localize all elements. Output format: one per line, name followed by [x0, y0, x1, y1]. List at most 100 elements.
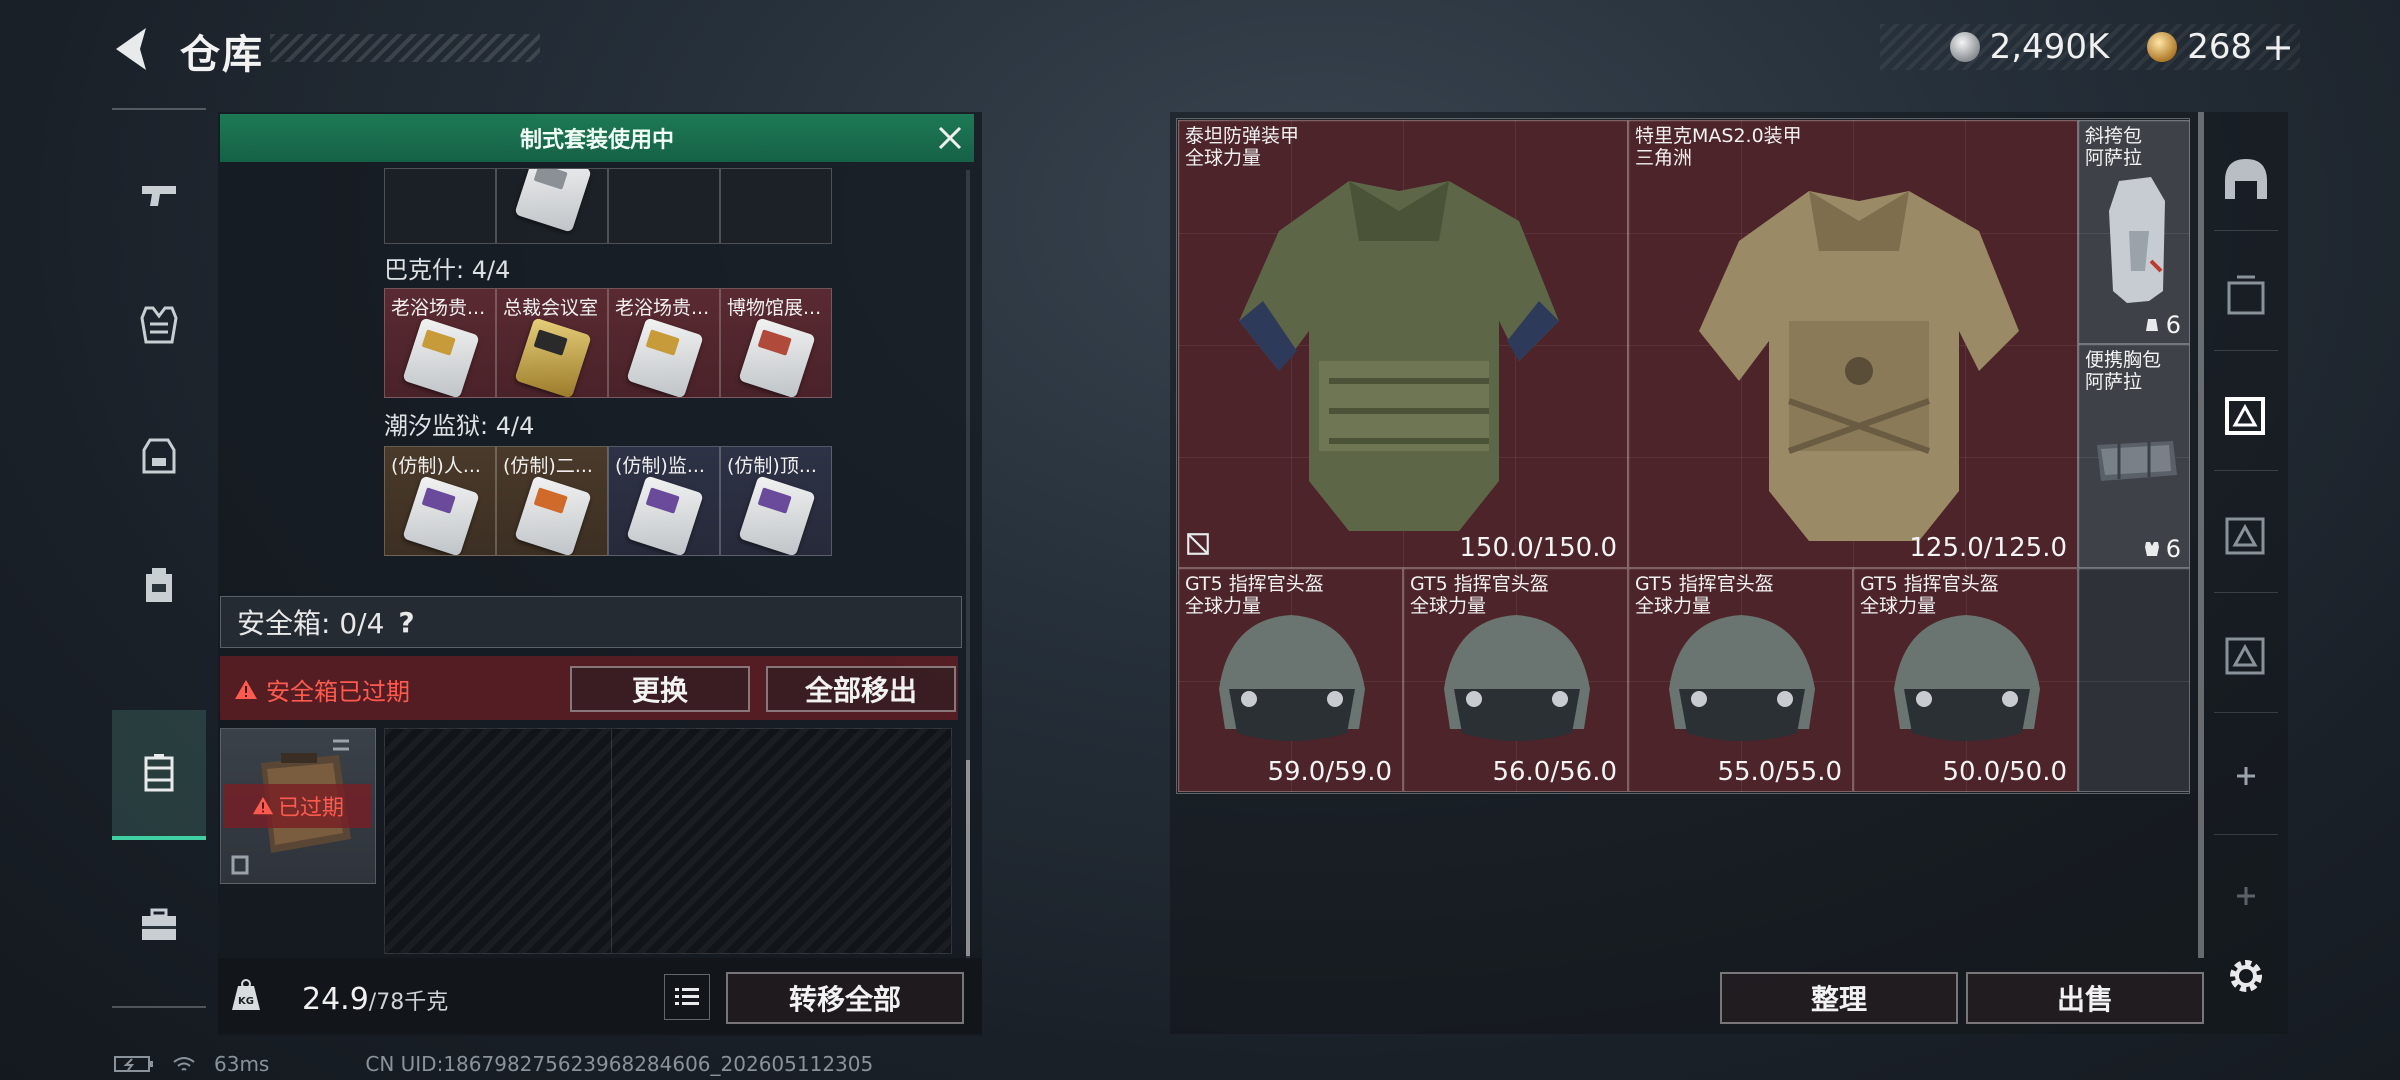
status-bar: 63ms CN UID:1867982756239682846​06_20260…	[114, 1052, 873, 1076]
safebox-icon	[144, 754, 174, 792]
sort-button[interactable]: 整理	[1720, 972, 1958, 1024]
armor-camo-image	[1699, 191, 2019, 541]
add-stash-tab-button[interactable]	[2212, 742, 2280, 810]
key-name: (仿制)顶...	[727, 455, 817, 477]
wifi-icon	[173, 1057, 195, 1071]
weight-current: 24.9	[302, 982, 369, 1017]
nav-safebox[interactable]	[112, 710, 206, 840]
item-durability: 56.0/56.0	[1492, 757, 1617, 787]
nav-armor[interactable]	[112, 260, 206, 390]
nav-backpack[interactable]	[112, 520, 206, 650]
key-slot[interactable]	[384, 168, 496, 244]
stash-tab-4[interactable]	[2212, 622, 2280, 690]
key-name: (仿制)监...	[615, 455, 705, 477]
add-icon	[2237, 767, 2255, 785]
add-currency-button[interactable]: +	[2262, 25, 2294, 69]
item-durability: 50.0/50.0	[1942, 757, 2067, 787]
list-view-button[interactable]	[664, 974, 710, 1020]
item-durability: 59.0/59.0	[1267, 757, 1392, 787]
ping-readout: 63ms	[214, 1052, 270, 1076]
back-button[interactable]	[108, 22, 158, 76]
warning-icon	[235, 679, 257, 699]
replace-button[interactable]: 更换	[570, 666, 750, 712]
key-set-row: (仿制)人... (仿制)二... (仿制)监... (仿制)顶...	[384, 446, 832, 556]
item-count: 6	[2165, 311, 2181, 339]
backpack-icon	[146, 568, 172, 602]
add-stash-tab-button[interactable]	[2212, 862, 2280, 930]
close-icon[interactable]	[936, 124, 964, 152]
stash-item-armor[interactable]: 泰坦防弹装甲 全球力量 150.0/150.0	[1178, 120, 1628, 568]
key-item[interactable]: 老浴场贵...	[384, 288, 496, 398]
kit-banner: 制式套装使用中	[220, 114, 974, 162]
stash-item-helmet[interactable]: GT5 指挥官头盔 全球力量 56.0/56.0	[1403, 568, 1628, 792]
item-expired-tag: 已过期	[224, 784, 372, 828]
stash-tab-icon	[2225, 517, 2265, 555]
item-count: 6	[2165, 535, 2181, 563]
expired-notice-text: 安全箱已过期	[266, 678, 410, 706]
warning-icon	[252, 796, 274, 815]
battery-icon	[114, 1056, 153, 1072]
no-repair-icon	[1187, 533, 1209, 555]
stash-tab-active-icon	[2225, 397, 2265, 435]
vest-capacity-icon	[2144, 542, 2159, 556]
key-item[interactable]: 总裁会议室	[496, 288, 608, 398]
settings-button[interactable]	[2212, 942, 2280, 1010]
kit-banner-text: 制式套装使用中	[519, 128, 674, 153]
stash-item-chest-bag[interactable]: 便携胸包 阿萨拉 6	[2078, 344, 2190, 568]
nav-weapons[interactable]	[112, 130, 206, 260]
stash-item-armor[interactable]: 特里克MAS2.0装甲 三角洲 125.0/125.0	[1628, 120, 2078, 568]
stash-tab-icon	[2225, 637, 2265, 675]
stash-item-helmet[interactable]: GT5 指挥官头盔 全球力量 50.0/50.0	[1853, 568, 2078, 792]
key-item[interactable]: (仿制)二...	[496, 446, 608, 556]
key-item[interactable]: 博物馆展...	[720, 288, 832, 398]
list-icon	[675, 988, 699, 1005]
key-set-row: 老浴场贵... 总裁会议室 老浴场贵... 博物馆展...	[384, 288, 832, 398]
stash-tab-icon	[2227, 275, 2265, 315]
stash-empty-slot[interactable]	[2078, 568, 2190, 792]
nav-toolbox[interactable]	[112, 860, 206, 990]
weight-readout: 24.9/78千克	[302, 982, 448, 1017]
gold-coin-icon	[2147, 32, 2178, 62]
key-slot[interactable]	[720, 168, 832, 244]
stash-scrollbar[interactable]	[2198, 112, 2204, 958]
safebox-header: 安全箱: 0/4 ?	[220, 596, 962, 648]
stash-tab-1[interactable]	[2212, 262, 2280, 330]
title-decoration	[270, 34, 540, 62]
move-all-button[interactable]: 全部移出	[766, 666, 956, 712]
page-title: 仓库	[180, 32, 264, 78]
safebox-slots[interactable]	[384, 728, 952, 954]
key-item[interactable]: (仿制)顶...	[720, 446, 832, 556]
transfer-all-button[interactable]: 转移全部	[726, 972, 964, 1024]
key-item[interactable]: 老浴场贵...	[608, 288, 720, 398]
sell-button[interactable]: 出售	[1966, 972, 2204, 1024]
key-slot[interactable]	[608, 168, 720, 244]
key-name: 博物馆展...	[727, 297, 822, 319]
weight-icon: KG	[232, 979, 260, 1010]
stash-tab-3[interactable]	[2212, 502, 2280, 570]
stash-home-tab[interactable]	[2212, 146, 2280, 214]
key-item[interactable]: (仿制)人...	[384, 446, 496, 556]
stash-item-helmet[interactable]: GT5 指挥官头盔 全球力量 55.0/55.0	[1628, 568, 1853, 792]
key-item[interactable]: (仿制)监...	[608, 446, 720, 556]
item-durability: 55.0/55.0	[1717, 757, 1842, 787]
stash-home-icon	[2225, 159, 2267, 199]
uid-readout: CN UID:1867982756239682846​06_2026051123…	[365, 1052, 874, 1076]
item-durability: 150.0/150.0	[1459, 533, 1617, 563]
gear-icon	[2230, 960, 2262, 992]
vest-icon	[140, 306, 178, 344]
help-icon[interactable]: ?	[398, 606, 414, 639]
loadout-scroll-thumb[interactable]	[966, 760, 970, 956]
weight-max: /78千克	[368, 990, 449, 1015]
back-arrow-icon	[116, 28, 146, 70]
key-name: 总裁会议室	[503, 297, 599, 319]
stash-item-helmet[interactable]: GT5 指挥官头盔 全球力量 59.0/59.0	[1178, 568, 1403, 792]
add-icon	[2237, 887, 2255, 905]
stash-item-bag[interactable]: 斜挎包 阿萨拉 6	[2078, 120, 2190, 344]
nav-rig[interactable]	[112, 390, 206, 520]
safebox-expired-notice: 安全箱已过期	[234, 672, 410, 707]
gold-amount: 268	[2187, 27, 2253, 67]
item-expired-text: 已过期	[277, 796, 344, 821]
key-name: 老浴场贵...	[615, 297, 710, 319]
key-slot[interactable]	[496, 168, 608, 244]
stash-tab-2[interactable]	[2212, 382, 2280, 450]
